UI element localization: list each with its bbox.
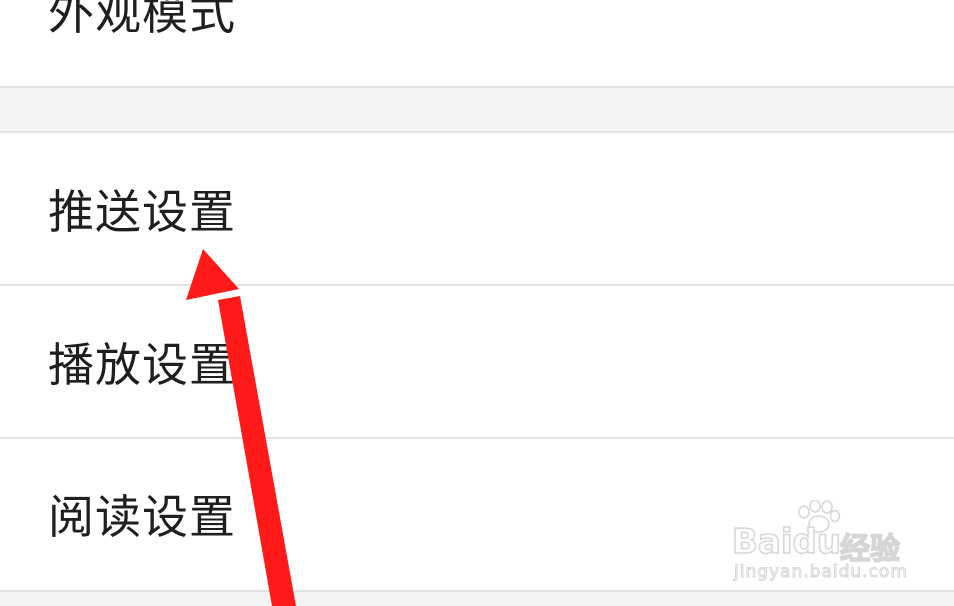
settings-item-appearance-mode[interactable]: 外观模式 (0, 0, 954, 86)
watermark-url: jingyan.baidu.com (734, 562, 908, 583)
watermark-brand: Baidu (731, 521, 842, 563)
settings-item-push-settings[interactable]: 推送设置 (0, 133, 954, 284)
section-gap (0, 88, 954, 131)
settings-item-label: 推送设置 (48, 185, 236, 239)
settings-item-label: 阅读设置 (48, 490, 236, 544)
settings-screen: 外观模式 推送设置 播放设置 阅读设置 Baidu 经验 jingyan.bai… (0, 0, 954, 606)
settings-item-playback-settings[interactable]: 播放设置 (0, 286, 954, 437)
settings-item-label: 播放设置 (48, 338, 236, 392)
section-gap (0, 592, 954, 606)
settings-item-label: 外观模式 (48, 0, 236, 40)
baidu-jingyan-watermark: Baidu 经验 jingyan.baidu.com (731, 500, 942, 590)
